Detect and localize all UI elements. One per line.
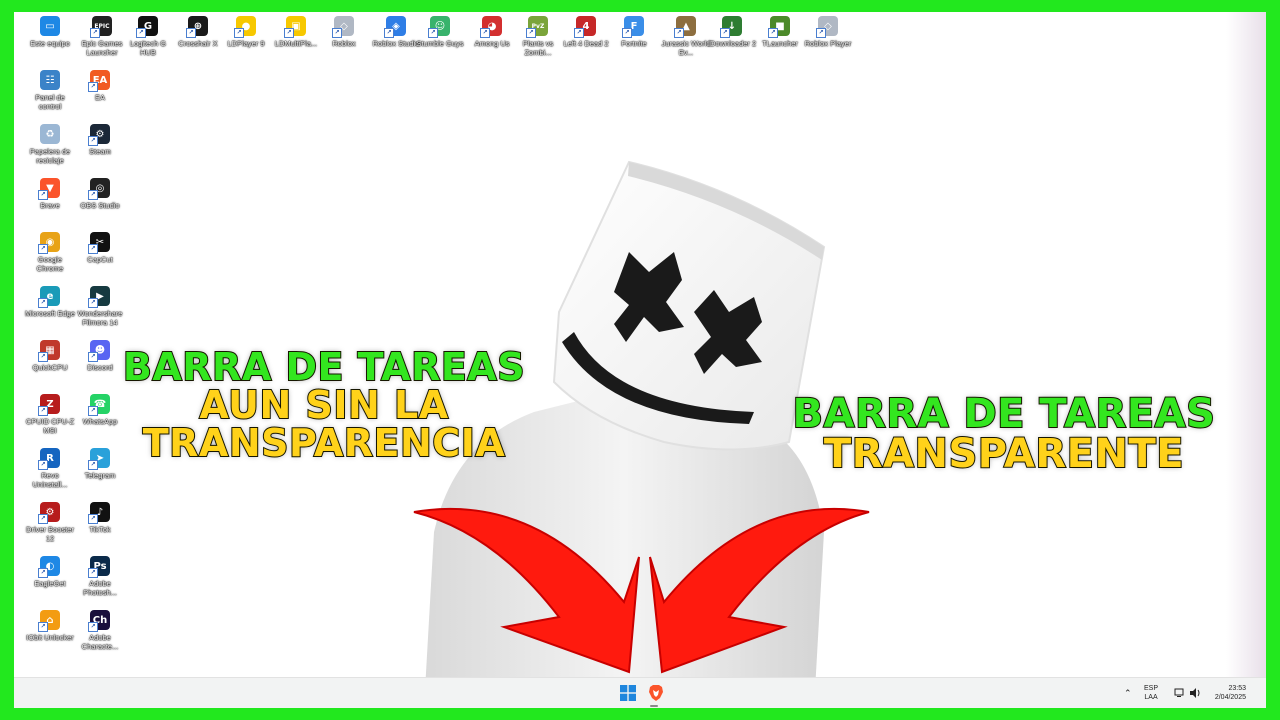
caption-left-line-3: TRANSPARENCIA bbox=[142, 421, 506, 465]
language-indicator[interactable]: ESP LAA bbox=[1144, 678, 1158, 708]
caption-right-line-2: TRANSPARENTE bbox=[823, 431, 1185, 477]
volume-icon[interactable] bbox=[1189, 688, 1201, 698]
system-tray-icons[interactable] bbox=[1174, 678, 1201, 708]
taskbar-brave-icon[interactable] bbox=[647, 684, 665, 702]
clock-time: 23:53 bbox=[1228, 685, 1246, 692]
arrow-left-icon bbox=[413, 508, 640, 674]
caption-right: BARRA DE TAREAS TRANSPARENTE bbox=[784, 391, 1224, 477]
caption-left-line-2: AUN SIN LA bbox=[198, 383, 449, 427]
arrow-right-icon bbox=[649, 508, 870, 674]
chevron-up-icon: ⌃ bbox=[1124, 687, 1132, 698]
active-app-indicator bbox=[650, 705, 658, 707]
caption-left: BARRA DE TAREAS AUN SIN LA TRANSPARENCIA bbox=[114, 345, 534, 465]
desktop-screen: ▭ Este equipo EPIC ↗ Epic Games Launcher G ↗ Lo… bbox=[14, 12, 1266, 708]
caption-left-line-1: BARRA DE TAREAS bbox=[122, 345, 526, 389]
network-icon[interactable] bbox=[1174, 688, 1184, 698]
language-code: ESP bbox=[1144, 685, 1159, 692]
keyboard-layout: LAA bbox=[1144, 694, 1158, 701]
windows-start-icon[interactable] bbox=[620, 685, 636, 701]
show-hidden-icons-button[interactable]: ⌃ bbox=[1124, 678, 1132, 708]
caption-right-line-1: BARRA DE TAREAS bbox=[792, 391, 1216, 437]
taskbar: ⌃ ESP LAA 23:53 2/04/2025 bbox=[14, 677, 1266, 708]
clock-date: 2/04/2025 bbox=[1214, 694, 1246, 701]
clock[interactable]: 23:53 2/04/2025 bbox=[1208, 678, 1246, 708]
